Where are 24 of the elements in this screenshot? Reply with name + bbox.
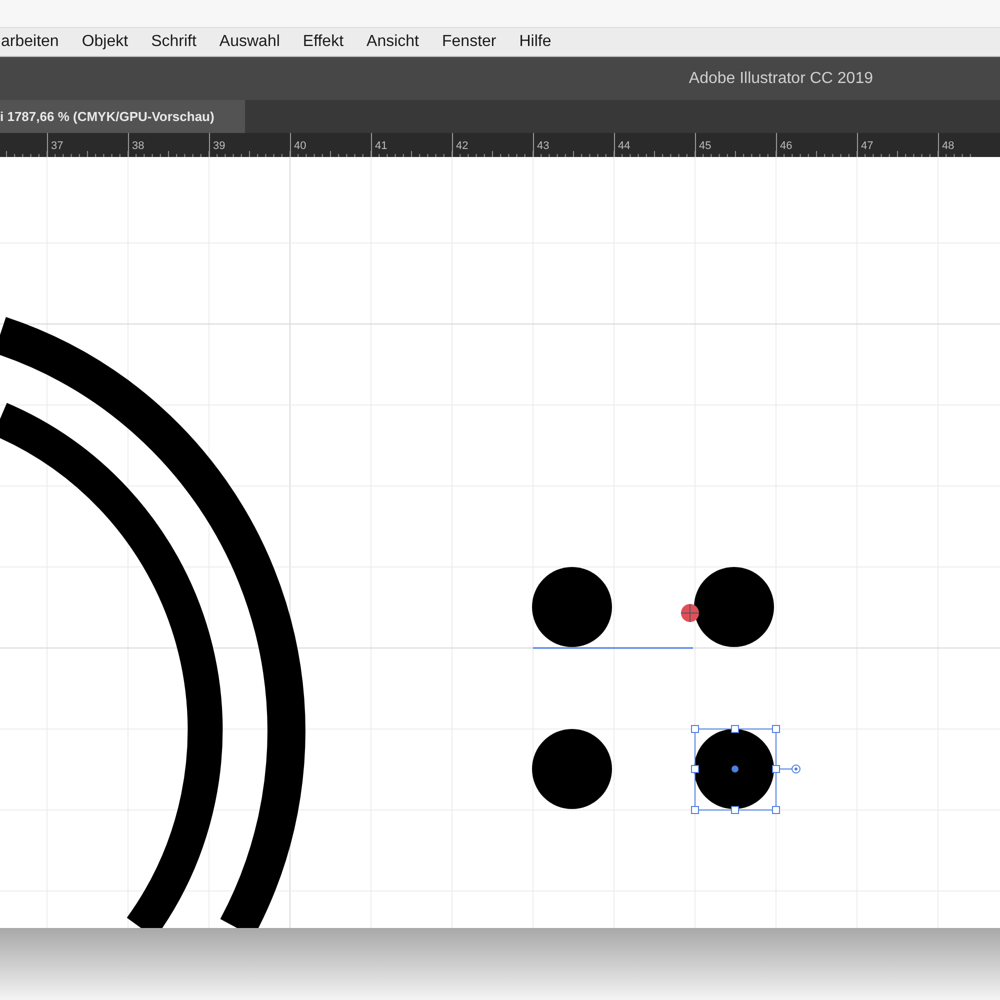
ruler-label: 43 <box>536 140 550 152</box>
ruler-label: 47 <box>860 140 874 152</box>
menu-item[interactable]: Hilfe <box>519 30 552 54</box>
document-tab[interactable]: i 1787,66 % (CMYK/GPU-Vorschau) <box>0 100 245 133</box>
menu-item[interactable]: Effekt <box>302 30 344 54</box>
menu-item[interactable]: Auswahl <box>219 30 280 54</box>
ruler-label: 42 <box>455 140 468 152</box>
ruler-label: 46 <box>779 140 792 152</box>
window-title: Adobe Illustrator CC 2019 <box>688 68 873 88</box>
ruler-label: 37 <box>50 140 64 152</box>
menu-item[interactable]: Schrift <box>151 30 196 54</box>
menu-item[interactable]: Ansicht <box>366 30 419 54</box>
ruler-label: 48 <box>941 140 954 152</box>
ruler-label: 38 <box>131 140 144 152</box>
menu-item[interactable]: Objekt <box>82 30 128 54</box>
ruler-label: 41 <box>374 140 388 152</box>
ruler-label: 44 <box>617 140 630 152</box>
selection-bounding-box[interactable] <box>691 725 800 814</box>
menu-item[interactable]: Fenster <box>442 30 496 54</box>
ruler-label: 40 <box>293 140 306 152</box>
ruler-label: 45 <box>698 140 712 152</box>
menu-item[interactable]: arbeiten <box>1 30 59 54</box>
cursor-target-icon <box>680 604 700 622</box>
ruler-label: 39 <box>212 140 226 152</box>
